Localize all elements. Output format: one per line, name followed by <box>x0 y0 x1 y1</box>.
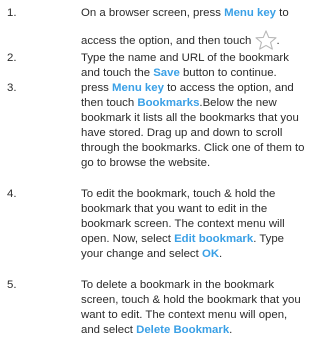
step-3-text-part: press <box>81 82 113 94</box>
edit-bookmark-label: Edit bookmark <box>174 233 254 245</box>
save-label: Save <box>153 67 180 79</box>
step-1-text: On a browser screen, press Menu key to <box>81 6 309 21</box>
step-1-text-part: access the option, and then touch <box>81 35 252 47</box>
step-3-text: press Menu key to access the option, and… <box>81 81 309 171</box>
step-1-text-part: to <box>276 7 289 19</box>
ok-label: OK <box>201 248 220 260</box>
step-2-text: Type the name and URL of the bookmark an… <box>81 51 309 81</box>
step-5-text-part: . <box>229 324 233 336</box>
bookmarks-label: Bookmarks <box>137 97 200 109</box>
step-2-number: 2. <box>7 52 17 64</box>
step-4-number: 4. <box>7 188 17 200</box>
delete-bookmark-label: Delete Bookmark <box>136 324 230 336</box>
menu-key-label: Menu key <box>112 82 164 94</box>
step-2-text-part: button to continue. <box>179 67 277 79</box>
menu-key-label: Menu key <box>224 7 276 19</box>
step-3-number: 3. <box>7 82 17 94</box>
step-1-text-part: . <box>276 35 280 47</box>
step-4-text: To edit the bookmark, touch & hold the b… <box>81 187 309 262</box>
step-5-text: To delete a bookmark in the bookmark scr… <box>81 278 309 338</box>
step-1-text-part: On a browser screen, press <box>81 7 225 19</box>
step-5-number: 5. <box>7 279 17 291</box>
star-icon <box>254 30 277 50</box>
step-1-text-line2: access the option, and then touch . <box>81 30 309 50</box>
step-1-number: 1. <box>7 7 17 19</box>
step-4-text-part: . <box>219 248 223 260</box>
